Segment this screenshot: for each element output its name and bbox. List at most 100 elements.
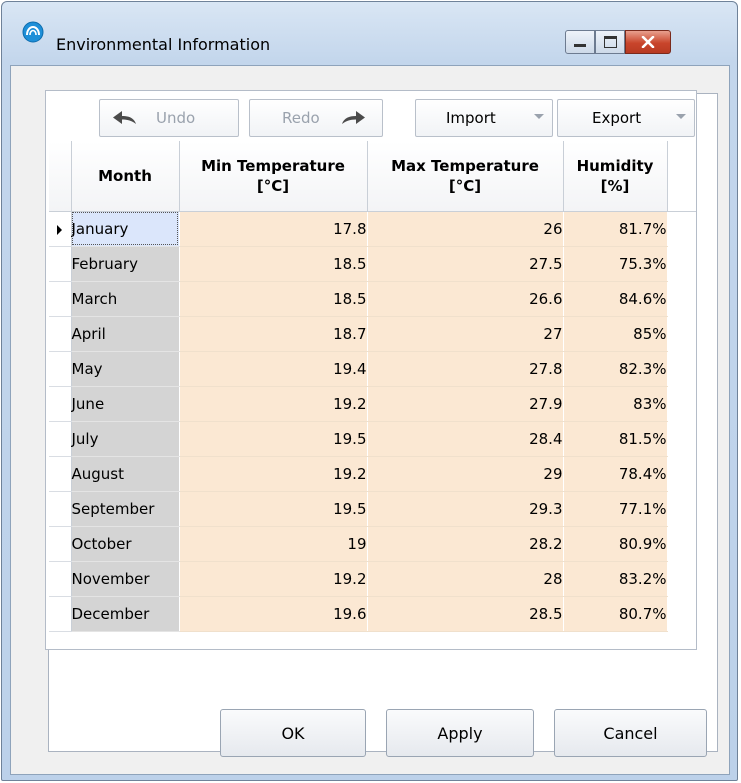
minimize-button[interactable] <box>565 30 595 54</box>
row-selector[interactable] <box>49 281 72 317</box>
column-header-month[interactable]: Month <box>71 141 180 212</box>
row-selector[interactable] <box>49 386 72 422</box>
humidity-cell[interactable]: 80.7% <box>563 596 668 632</box>
chevron-down-icon <box>534 114 544 119</box>
month-cell[interactable]: July <box>71 421 180 457</box>
row-filler <box>667 281 696 317</box>
min-temperature-cell[interactable]: 19.6 <box>179 596 368 632</box>
min-temperature-cell[interactable]: 19.5 <box>179 421 368 457</box>
min-temperature-cell[interactable]: 19 <box>179 526 368 562</box>
humidity-cell[interactable]: 85% <box>563 316 668 352</box>
humidity-cell[interactable]: 77.1% <box>563 491 668 527</box>
month-cell[interactable]: May <box>71 351 180 387</box>
close-button[interactable] <box>625 30 671 54</box>
close-icon <box>641 36 655 48</box>
min-temperature-cell[interactable]: 19.2 <box>179 561 368 597</box>
row-selector[interactable] <box>49 491 72 527</box>
humidity-cell[interactable]: 84.6% <box>563 281 668 317</box>
redo-button[interactable]: Redo <box>249 99 383 137</box>
table-row[interactable]: May 19.4 27.8 82.3% <box>49 351 696 387</box>
month-cell[interactable]: November <box>71 561 180 597</box>
row-selector[interactable] <box>49 421 72 457</box>
table-row[interactable]: February 18.5 27.5 75.3% <box>49 246 696 282</box>
table-row[interactable]: July 19.5 28.4 81.5% <box>49 421 696 457</box>
humidity-cell[interactable]: 82.3% <box>563 351 668 387</box>
month-cell[interactable]: June <box>71 386 180 422</box>
max-temperature-cell[interactable]: 28.4 <box>367 421 564 457</box>
humidity-cell[interactable]: 80.9% <box>563 526 668 562</box>
table-row[interactable]: November 19.2 28 83.2% <box>49 561 696 597</box>
redo-icon <box>341 111 365 124</box>
table-row[interactable]: December 19.6 28.5 80.7% <box>49 596 696 632</box>
month-cell[interactable]: October <box>71 526 180 562</box>
max-temperature-cell[interactable]: 27.5 <box>367 246 564 282</box>
month-cell[interactable]: September <box>71 491 180 527</box>
row-selector[interactable] <box>49 351 72 387</box>
max-temperature-cell[interactable]: 27.8 <box>367 351 564 387</box>
humidity-cell[interactable]: 83% <box>563 386 668 422</box>
min-temperature-cell[interactable]: 19.2 <box>179 456 368 492</box>
maximize-button[interactable] <box>595 30 625 54</box>
min-temperature-cell[interactable]: 18.5 <box>179 246 368 282</box>
row-selector[interactable] <box>49 246 72 282</box>
min-temperature-cell[interactable]: 19.5 <box>179 491 368 527</box>
month-cell[interactable]: August <box>71 456 180 492</box>
month-cell[interactable]: December <box>71 596 180 632</box>
grid-header-row: Month Min Temperature [°C] Max Temperatu… <box>49 141 696 212</box>
min-temperature-cell[interactable]: 19.2 <box>179 386 368 422</box>
max-temperature-cell[interactable]: 29.3 <box>367 491 564 527</box>
max-temperature-cell[interactable]: 26 <box>367 211 564 247</box>
row-filler <box>667 211 696 247</box>
table-row[interactable]: October 19 28.2 80.9% <box>49 526 696 562</box>
minimize-icon <box>574 43 586 47</box>
row-selector[interactable] <box>49 316 72 352</box>
month-cell[interactable]: March <box>71 281 180 317</box>
row-selector[interactable] <box>49 596 72 632</box>
ok-button[interactable]: OK <box>220 709 366 757</box>
max-temperature-cell[interactable]: 27.9 <box>367 386 564 422</box>
table-row[interactable]: June 19.2 27.9 83% <box>49 386 696 422</box>
row-selector[interactable] <box>49 456 72 492</box>
month-cell[interactable]: January <box>71 211 180 247</box>
table-row[interactable]: August 19.2 29 78.4% <box>49 456 696 492</box>
apply-button[interactable]: Apply <box>386 709 534 757</box>
max-temperature-cell[interactable]: 27 <box>367 316 564 352</box>
row-selector[interactable] <box>49 561 72 597</box>
redo-label: Redo <box>282 109 320 127</box>
export-button[interactable]: Export <box>557 99 695 137</box>
month-header-label: Month <box>98 166 152 185</box>
column-header-max-temperature[interactable]: Max Temperature [°C] <box>367 141 564 212</box>
column-header-humidity[interactable]: Humidity [%] <box>563 141 668 212</box>
max-temperature-cell[interactable]: 29 <box>367 456 564 492</box>
humidity-cell[interactable]: 78.4% <box>563 456 668 492</box>
max-temperature-cell[interactable]: 28.2 <box>367 526 564 562</box>
humidity-cell[interactable]: 75.3% <box>563 246 668 282</box>
cancel-button[interactable]: Cancel <box>554 709 707 757</box>
humidity-cell[interactable]: 81.7% <box>563 211 668 247</box>
column-header-min-temperature[interactable]: Min Temperature [°C] <box>179 141 368 212</box>
table-row[interactable]: April 18.7 27 85% <box>49 316 696 352</box>
min-temperature-cell[interactable]: 19.4 <box>179 351 368 387</box>
table-row[interactable]: March 18.5 26.6 84.6% <box>49 281 696 317</box>
row-selector[interactable] <box>49 526 72 562</box>
row-selector[interactable] <box>49 211 72 247</box>
import-button[interactable]: Import <box>415 99 553 137</box>
humidity-cell[interactable]: 81.5% <box>563 421 668 457</box>
min-temperature-cell[interactable]: 18.5 <box>179 281 368 317</box>
humidity-header-label: Humidity <box>576 156 654 175</box>
max-temperature-cell[interactable]: 28.5 <box>367 596 564 632</box>
min-temperature-cell[interactable]: 18.7 <box>179 316 368 352</box>
import-label: Import <box>446 109 496 127</box>
month-cell[interactable]: February <box>71 246 180 282</box>
max-temperature-cell[interactable]: 26.6 <box>367 281 564 317</box>
min-temperature-cell[interactable]: 17.8 <box>179 211 368 247</box>
table-row[interactable]: September 19.5 29.3 77.1% <box>49 491 696 527</box>
month-cell[interactable]: April <box>71 316 180 352</box>
table-row[interactable]: January 17.8 26 81.7% <box>49 211 696 247</box>
undo-button[interactable]: Undo <box>99 99 239 137</box>
humidity-cell[interactable]: 83.2% <box>563 561 668 597</box>
title-bar[interactable]: Environmental Information <box>2 2 737 54</box>
ok-label: OK <box>281 723 305 743</box>
grid-toolbar: Undo Redo Import Export <box>49 99 697 139</box>
max-temperature-cell[interactable]: 28 <box>367 561 564 597</box>
